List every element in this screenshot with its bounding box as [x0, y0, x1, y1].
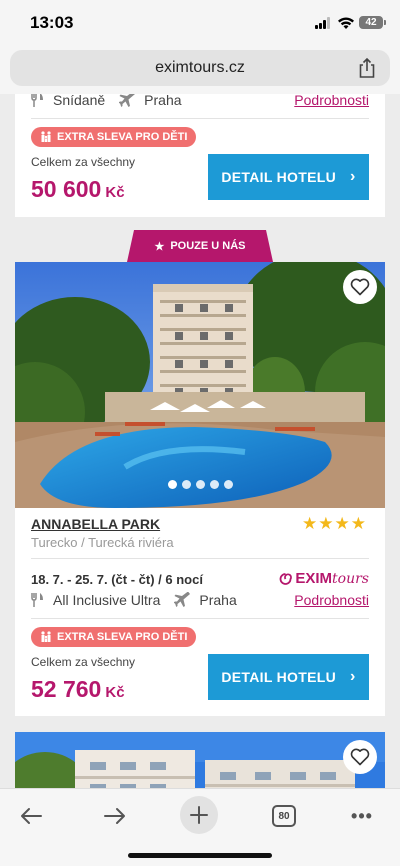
plane-icon [119, 94, 136, 107]
exclusive-tab-label: POUZE U NÁS [170, 240, 246, 252]
divider [31, 618, 369, 619]
detail-hotel-button[interactable]: DETAIL HOTELU › [208, 154, 369, 200]
carousel-dot[interactable] [210, 480, 219, 489]
arrow-right-icon [104, 808, 125, 824]
cellular-signal-icon [315, 17, 332, 29]
home-indicator [128, 853, 272, 858]
more-menu-icon[interactable]: ••• [342, 799, 382, 833]
heart-icon [350, 278, 370, 296]
family-icon [41, 631, 51, 642]
kids-discount-badge: EXTRA SLEVA PRO DĚTI [31, 127, 197, 147]
hotel-pool-image [15, 262, 385, 508]
kids-badge-label: EXTRA SLEVA PRO DĚTI [57, 131, 188, 143]
back-button[interactable] [11, 799, 51, 833]
departure-city: Praha [144, 94, 182, 108]
exim-tours-logo: EXIM tours [278, 570, 369, 587]
address-bar[interactable]: eximtours.cz [10, 50, 390, 86]
price-value: 50 600 [31, 176, 102, 202]
heart-icon [350, 748, 370, 766]
cutlery-icon [31, 94, 43, 107]
exclusive-offer-tab: ★ POUZE U NÁS [127, 230, 273, 262]
meal-row: Snídaně Praha [31, 94, 182, 108]
detail-hotel-button[interactable]: DETAIL HOTELU › [208, 654, 369, 700]
tab-count: 80 [272, 805, 296, 827]
forward-button[interactable] [95, 799, 135, 833]
carousel-dot[interactable] [168, 480, 177, 489]
hotel-card [0, 732, 385, 788]
cutlery-icon [31, 593, 43, 607]
hotel-card: Snídaně Praha Podrobnosti EXTRA SLEVA PR… [15, 94, 385, 217]
hotel-name[interactable]: ANNABELLA PARK [31, 516, 160, 532]
tabs-button[interactable]: 80 [264, 799, 304, 833]
meal-type: All Inclusive Ultra [53, 592, 161, 608]
total-label: Celkem za všechny [31, 155, 136, 169]
family-icon [41, 131, 51, 142]
total-price: 52 760 Kč [31, 676, 125, 703]
share-icon[interactable] [357, 57, 377, 79]
divider [31, 558, 369, 559]
page-content: Snídaně Praha Podrobnosti EXTRA SLEVA PR… [0, 94, 400, 788]
details-link[interactable]: Podrobnosti [294, 94, 369, 108]
hotel-photo[interactable] [0, 732, 385, 788]
details-link[interactable]: Podrobnosti [294, 592, 369, 608]
chevron-right-icon: › [349, 168, 356, 185]
wifi-icon [338, 17, 354, 29]
arrow-left-icon [21, 808, 42, 824]
hotel-location: Turecko / Turecká riviéra [31, 535, 174, 550]
departure-city: Praha [199, 592, 237, 608]
favorite-button[interactable] [343, 740, 377, 774]
carousel-dot[interactable] [182, 480, 191, 489]
hotel-card: ANNABELLA PARK ★★★★ Turecko / Turecká ri… [15, 262, 385, 716]
star-icon: ★ [154, 240, 165, 253]
meal-row: All Inclusive Ultra Praha [31, 592, 237, 608]
browser-toolbar: 80 ••• [0, 788, 400, 866]
status-bar: 13:03 42 [0, 0, 400, 46]
new-tab-button[interactable] [180, 796, 218, 834]
detail-button-label: DETAIL HOTELU [221, 169, 336, 185]
detail-button-label: DETAIL HOTELU [221, 669, 336, 685]
kids-discount-badge: EXTRA SLEVA PRO DĚTI [31, 627, 197, 647]
price-currency: Kč [105, 184, 125, 201]
price-currency: Kč [105, 684, 125, 701]
brand-exim: EXIM [295, 570, 333, 587]
status-time: 13:03 [30, 13, 74, 32]
browser-address-area: eximtours.cz [0, 46, 400, 94]
divider [31, 118, 369, 119]
carousel-dot[interactable] [224, 480, 233, 489]
favorite-button[interactable] [343, 270, 377, 304]
price-value: 52 760 [31, 676, 102, 702]
plus-icon [190, 806, 208, 824]
battery-icon: 42 [359, 16, 386, 29]
url-text[interactable]: eximtours.cz [10, 59, 390, 77]
meal-type: Snídaně [53, 94, 106, 108]
carousel-dot[interactable] [196, 480, 205, 489]
chevron-right-icon: › [349, 668, 356, 685]
trip-dates: 18. 7. - 25. 7. (čt - čt) / 6 nocí [31, 572, 203, 587]
total-label: Celkem za všechny [31, 655, 136, 669]
total-price: 50 600 Kč [31, 176, 125, 203]
hotel-star-rating: ★★★★ [302, 514, 367, 533]
exim-swirl-icon [279, 573, 293, 585]
hotel-photo[interactable] [15, 262, 385, 508]
brand-tours: tours [332, 570, 369, 587]
kids-badge-label: EXTRA SLEVA PRO DĚTI [57, 631, 188, 643]
plane-icon [174, 592, 191, 607]
photo-carousel-dots[interactable] [168, 480, 233, 489]
